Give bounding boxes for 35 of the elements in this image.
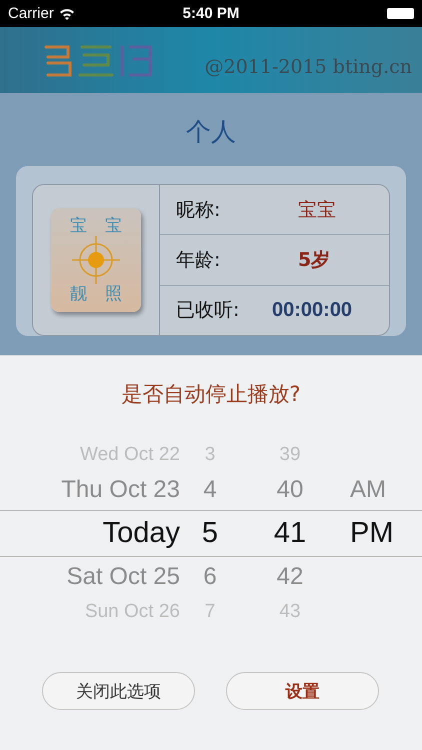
hour-option: 4 xyxy=(180,476,240,504)
field-value: 5岁 xyxy=(298,248,330,273)
hour-option: 5 xyxy=(180,517,240,550)
sheet-title: 是否自动停止播放? xyxy=(121,381,301,408)
day-option: Sat Oct 25 xyxy=(0,563,180,591)
close-option-button[interactable]: 关闭此选项 xyxy=(42,672,195,710)
page-title: 个人 xyxy=(186,116,236,148)
carrier-label: Carrier xyxy=(8,5,54,22)
field-value: 00:00:00 xyxy=(272,298,352,322)
picker-row[interactable]: Thu Oct 23 4 40 AM xyxy=(0,470,422,510)
minute-option: 41 xyxy=(240,517,340,550)
photo-label: 宝 xyxy=(70,216,87,236)
day-option: Thu Oct 23 xyxy=(0,476,180,504)
field-label: 年龄: xyxy=(176,248,222,273)
wifi-icon xyxy=(58,8,75,20)
hour-option: 6 xyxy=(180,563,240,591)
status-time: 5:40 PM xyxy=(182,5,240,22)
photo-label: 照 xyxy=(105,284,122,304)
minute-option: 42 xyxy=(240,563,340,591)
field-value: 宝宝 xyxy=(298,198,336,223)
battery-icon xyxy=(387,8,414,19)
crosshair-icon xyxy=(72,236,120,284)
photo-label: 靓 xyxy=(70,284,87,304)
copyright-text: @2011-2015 bting.cn xyxy=(204,56,412,78)
period-option: PM xyxy=(340,517,410,550)
minute-option: 40 xyxy=(240,476,340,504)
picker-row[interactable]: Today 5 41 PM xyxy=(0,510,422,557)
field-label: 昵称: xyxy=(176,198,222,223)
photo-tile[interactable]: 宝 宝 靓 照 xyxy=(51,208,141,312)
photo-label: 宝 xyxy=(105,216,122,236)
period-option: AM xyxy=(340,476,410,504)
day-option: Today xyxy=(0,517,180,550)
set-button[interactable]: 设置 xyxy=(226,672,379,710)
field-label: 已收听: xyxy=(176,298,240,324)
picker-row[interactable]: Sat Oct 25 6 42 xyxy=(0,557,422,597)
